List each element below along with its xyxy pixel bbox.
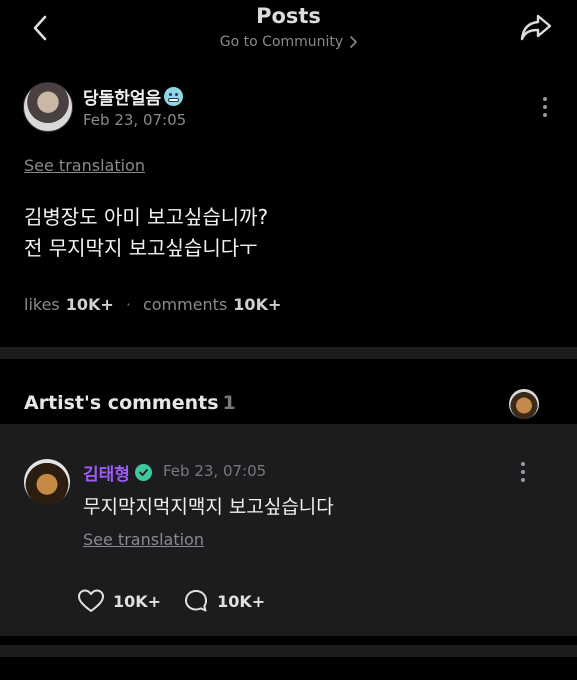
- comment-body: 무지막지먹지맥지 보고싶습니다: [83, 496, 334, 518]
- post-stats: likes 10K+ · comments 10K+: [24, 295, 281, 314]
- comments-count[interactable]: 10K+: [233, 295, 281, 314]
- post-body-line: 김병장도 아미 보고싶습니까?: [24, 205, 269, 229]
- like-button[interactable]: 10K+: [77, 588, 161, 614]
- comment-bubble-icon: [185, 590, 208, 612]
- comment-see-translation-link[interactable]: See translation: [83, 530, 204, 549]
- post-author[interactable]: 당돌한얼음: [83, 84, 184, 109]
- author-avatar[interactable]: [23, 82, 73, 132]
- post-date: Feb 23, 07:05: [83, 111, 187, 129]
- share-button[interactable]: [514, 8, 558, 48]
- artist-comments-count: 1: [222, 392, 236, 414]
- more-dot: [521, 470, 525, 474]
- go-to-community-label: Go to Community: [219, 34, 344, 50]
- post-see-translation-link[interactable]: See translation: [24, 156, 145, 175]
- stats-separator: ·: [125, 295, 131, 314]
- artist-comments-title: Artist's comments: [24, 392, 219, 414]
- comment-author-name: 김태형: [83, 465, 130, 485]
- chevron-right-icon: [350, 36, 358, 48]
- more-dot: [543, 105, 547, 109]
- comment-more-button[interactable]: [512, 457, 534, 487]
- artist-comments-heading: Artist's comments 1: [24, 392, 236, 414]
- more-dot: [521, 478, 525, 482]
- share-arrow-icon: [520, 14, 552, 41]
- comment-date: Feb 23, 07:05: [163, 462, 267, 480]
- likes-label: likes: [24, 295, 60, 314]
- reply-button[interactable]: 10K+: [183, 588, 265, 614]
- more-dots-icon: [521, 462, 525, 466]
- cold-face-emoji-icon: [164, 87, 184, 106]
- comment-actions: 10K+ 10K+: [77, 588, 265, 614]
- likes-count: 10K+: [65, 295, 114, 314]
- comment-author-avatar[interactable]: [24, 459, 70, 505]
- reply-count: 10K+: [217, 591, 266, 611]
- section-divider: [0, 347, 577, 359]
- artist-avatar-mini[interactable]: [509, 389, 539, 419]
- like-count: 10K+: [113, 591, 162, 611]
- comment-author[interactable]: 김태형: [83, 460, 152, 485]
- post-author-name: 당돌한얼음: [83, 89, 162, 109]
- more-dots-icon: [543, 97, 547, 101]
- post-more-button[interactable]: [534, 92, 556, 122]
- section-divider-bottom: [0, 645, 577, 657]
- post-body: 김병장도 아미 보고싶습니까? 전 무지막지 보고싶습니다ㅜ: [24, 202, 544, 264]
- more-dot: [543, 113, 547, 117]
- verified-check-icon: [134, 464, 152, 481]
- go-to-community-link[interactable]: Go to Community: [0, 34, 577, 50]
- page-title: Posts: [256, 4, 321, 28]
- comments-label[interactable]: comments: [143, 295, 227, 314]
- post-body-line: 전 무지막지 보고싶습니다ㅜ: [24, 236, 258, 260]
- heart-icon: [78, 589, 104, 612]
